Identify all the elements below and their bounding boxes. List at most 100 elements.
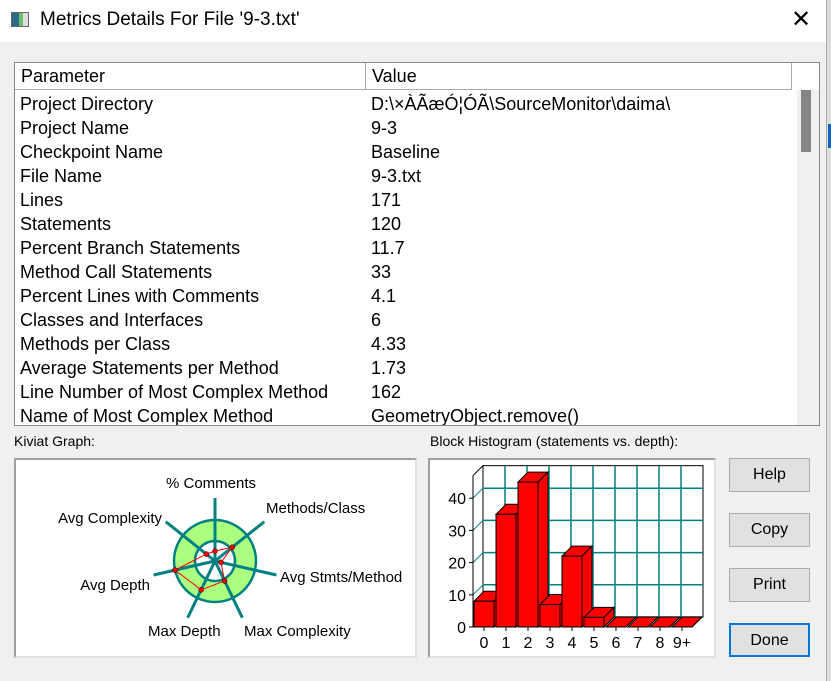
histogram-bar (517, 481, 539, 628)
y-tick-label: 30 (448, 523, 466, 540)
table-row[interactable]: Percent Branch Statements 11.7 (15, 236, 795, 260)
parameter-cell: Methods per Class (20, 334, 171, 354)
parameter-cell: Lines (20, 190, 64, 210)
parameter-cell: Classes and Interfaces (20, 310, 204, 330)
y-tick-label: 40 (448, 491, 466, 508)
close-button[interactable]: ✕ (785, 6, 817, 34)
x-tick-label: 7 (634, 635, 643, 652)
kiviat-axis-label: Methods/Class (266, 500, 365, 517)
table-row[interactable]: File Name 9-3.txt (15, 164, 795, 188)
histogram-gridline-side (472, 520, 484, 531)
table-row[interactable]: Lines 171 (15, 188, 795, 212)
background-window-edge (826, 0, 831, 681)
help-button[interactable]: Help (729, 458, 810, 492)
table-row[interactable]: Percent Lines with Comments 4.1 (15, 284, 795, 308)
value-cell: 1.73 (371, 358, 407, 378)
value-cell: 33 (371, 262, 392, 282)
kiviat-point (198, 587, 204, 593)
table-row[interactable]: Statements 120 (15, 212, 795, 236)
x-tick-label: 2 (524, 635, 533, 652)
histogram-gridline-side (472, 487, 484, 499)
metrics-table: Parameter Value Project Directory D:\×ÀÃæ… (14, 62, 820, 426)
column-header-value[interactable]: Value (366, 63, 792, 89)
parameter-cell: Name of Most Complex Method (20, 406, 274, 426)
done-button[interactable]: Done (729, 623, 810, 657)
value-cell: 11.7 (371, 238, 405, 258)
value-cell: 120 (371, 214, 402, 234)
parameter-cell: Checkpoint Name (20, 142, 164, 162)
histogram-bar (539, 603, 561, 628)
table-row[interactable]: Method Call Statements 33 (15, 260, 795, 284)
table-row[interactable]: Checkpoint Name Baseline (15, 140, 795, 164)
kiviat-point (218, 559, 224, 566)
kiviat-axis-label: Avg Depth (80, 577, 150, 594)
kiviat-axis-label: % Comments (166, 475, 256, 492)
x-tick-label: 3 (546, 635, 555, 652)
value-cell: Baseline (371, 142, 441, 162)
parameter-cell: File Name (20, 166, 103, 186)
kiviat-axis-label: Max Depth (148, 623, 221, 640)
kiviat-point (212, 548, 218, 554)
x-tick-label: 9+ (673, 635, 691, 652)
kiviat-label: Kiviat Graph: (14, 433, 95, 449)
parameter-cell: Percent Branch Statements (20, 238, 241, 258)
x-tick-label: 8 (656, 635, 665, 652)
histogram-gridline-side (472, 552, 484, 563)
vertical-scrollbar[interactable] (797, 90, 819, 425)
column-header-parameter[interactable]: Parameter (15, 63, 366, 89)
kiviat-axis-label: Max Complexity (244, 623, 351, 640)
x-tick-label: 5 (590, 635, 599, 652)
histogram-bar (583, 616, 605, 628)
kiviat-point (172, 567, 178, 573)
window-title: Metrics Details For File '9-3.txt' (40, 9, 300, 30)
value-cell: 162 (371, 382, 402, 402)
x-tick-label: 1 (502, 635, 511, 652)
kiviat-point (229, 544, 236, 550)
parameter-cell: Line Number of Most Complex Method (20, 382, 329, 402)
app-icon (11, 12, 29, 27)
axis-corner (472, 465, 484, 477)
table-row[interactable]: Classes and Interfaces 6 (15, 308, 795, 332)
table-row[interactable]: Line Number of Most Complex Method 162 (15, 380, 795, 404)
value-cell: 9-3 (371, 118, 398, 138)
table-body: Project Directory D:\×ÀÃæÓ¦ÓÃ\SourceMonit… (15, 92, 795, 426)
parameter-cell: Average Statements per Method (20, 358, 279, 378)
scrollbar-thumb[interactable] (801, 90, 811, 152)
parameter-cell: Statements (20, 214, 112, 234)
kiviat-axis-label: Avg Stmts/Method (280, 569, 402, 586)
copy-button[interactable]: Copy (729, 513, 810, 547)
table-row[interactable]: Name of Most Complex Method GeometryObjec… (15, 404, 795, 426)
histogram-bar (561, 555, 583, 628)
y-tick-label: 10 (448, 588, 466, 605)
parameter-cell: Project Name (20, 118, 130, 138)
kiviat-graph: % Comments Methods/Class Avg Stmts/Method M… (14, 458, 417, 658)
kiviat-point (221, 578, 228, 584)
value-cell: 9-3.txt (371, 166, 422, 186)
value-cell: 4.33 (371, 334, 407, 354)
kiviat-point (203, 551, 210, 557)
table-header: Parameter Value (15, 63, 792, 90)
value-cell: 171 (371, 190, 402, 210)
histogram-label: Block Histogram (statements vs. depth): (430, 433, 679, 449)
title-bar: Metrics Details For File '9-3.txt' ✕ (0, 0, 826, 42)
value-cell: 4.1 (371, 286, 397, 306)
histogram-bar (495, 513, 517, 628)
value-cell: 6 (371, 310, 382, 330)
value-cell: GeometryObject.remove() (371, 406, 580, 426)
table-row[interactable]: Methods per Class 4.33 (15, 332, 795, 356)
block-histogram: 0 10 20 30 40 0 1 2 3 4 5 6 7 8 9+ (428, 458, 716, 658)
value-cell: D:\×ÀÃæÓ¦ÓÃ\SourceMonitor\daima\ (371, 94, 671, 114)
y-tick-label: 0 (457, 620, 466, 637)
parameter-cell: Method Call Statements (20, 262, 213, 282)
parameter-cell: Project Directory (20, 94, 154, 114)
table-row[interactable]: Project Directory D:\×ÀÃæÓ¦ÓÃ\SourceMonit… (15, 92, 795, 116)
table-row[interactable]: Project Name 9-3 (15, 116, 795, 140)
y-tick-label: 20 (448, 556, 466, 573)
kiviat-axis-label: Avg Complexity (58, 510, 162, 527)
histogram-bar (473, 600, 495, 628)
print-button[interactable]: Print (729, 568, 810, 602)
parameter-cell: Percent Lines with Comments (20, 286, 260, 306)
x-tick-label: 4 (568, 635, 577, 652)
x-tick-label: 0 (480, 635, 489, 652)
table-row[interactable]: Average Statements per Method 1.73 (15, 356, 795, 380)
